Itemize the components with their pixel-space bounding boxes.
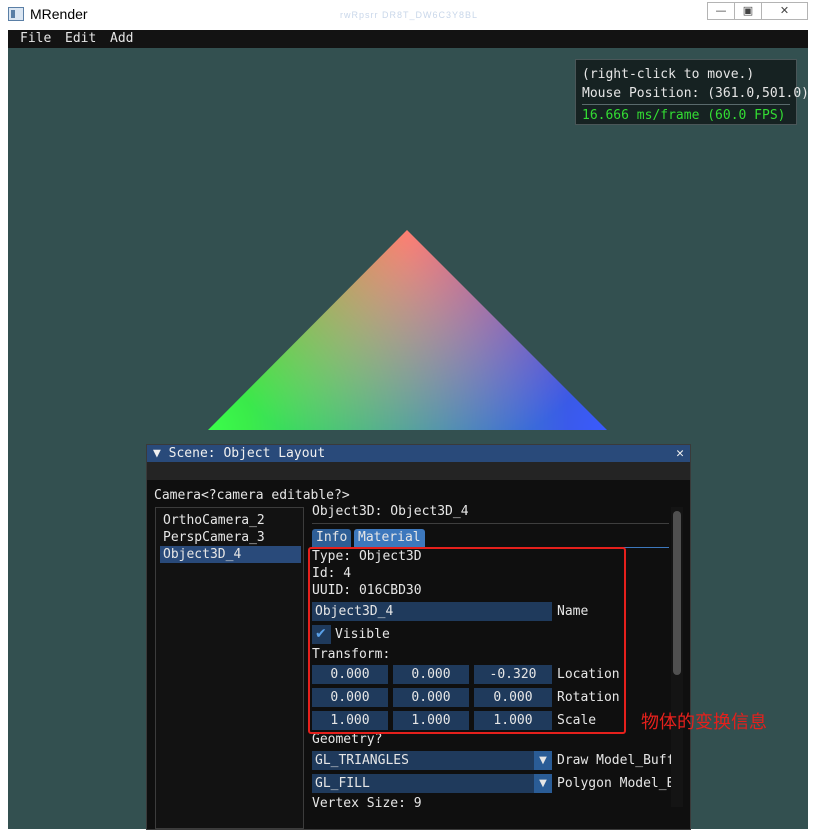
- close-button[interactable]: ✕: [761, 2, 808, 20]
- tab-material[interactable]: Material: [354, 529, 425, 547]
- tree-item-orthocamera[interactable]: OrthoCamera_2: [160, 512, 301, 529]
- chevron-down-icon[interactable]: ▼: [534, 751, 552, 770]
- maximize-button[interactable]: ▣: [734, 2, 762, 20]
- taskbar-blur: ▁ ▂▁ ▁▁ ▂ ▁: [40, 832, 158, 838]
- scene-titlebar[interactable]: ▼ Scene: Object Layout ✕: [147, 445, 690, 462]
- menu-file[interactable]: File: [20, 31, 51, 47]
- menu-add[interactable]: Add: [110, 31, 133, 47]
- polygon-mode-label: Polygon Model_Bu: [557, 776, 672, 791]
- tree-item-perspcamera[interactable]: PerspCamera_3: [160, 529, 301, 546]
- chevron-down-icon[interactable]: ▼: [534, 774, 552, 793]
- overlay-hint: (right-click to move.): [582, 67, 755, 82]
- window-border-left: [0, 30, 8, 838]
- draw-mode-label: Draw Model_Buffe: [557, 753, 672, 768]
- polygon-mode-select[interactable]: GL_FILL: [312, 774, 534, 793]
- scene-menubar: [147, 462, 690, 480]
- object-header: Object3D: Object3D_4: [312, 504, 469, 519]
- metrics-overlay[interactable]: (right-click to move.) Mouse Position: (…: [575, 59, 809, 125]
- tree-item-object3d[interactable]: Object3D_4: [160, 546, 301, 563]
- mouse-position-text: Mouse Position: (361.0,501.0): [582, 86, 809, 101]
- main-menubar: File Edit Add: [8, 30, 808, 48]
- scene-title: ▼ Scene: Object Layout: [153, 446, 326, 461]
- window-titlebar[interactable]: MRender rwRpsrr DR8T_DW6C3Y8BL — ▣ ✕: [0, 0, 816, 30]
- draw-mode-select[interactable]: GL_TRIANGLES: [312, 751, 534, 770]
- window-border-right: [808, 30, 816, 838]
- vertex-size-text: Vertex Size: 9: [312, 796, 422, 811]
- header-separator: [312, 523, 669, 524]
- overlay-separator: [582, 104, 790, 105]
- fps-text: 16.666 ms/frame (60.0 FPS): [582, 108, 786, 123]
- object-tree[interactable]: OrthoCamera_2 PerspCamera_3 Object3D_4: [155, 507, 304, 829]
- tab-info[interactable]: Info: [312, 529, 352, 547]
- menu-edit[interactable]: Edit: [65, 31, 96, 47]
- scrollbar-thumb[interactable]: [673, 511, 681, 675]
- minimize-button[interactable]: —: [707, 2, 735, 20]
- window-title-extra: rwRpsrr DR8T_DW6C3Y8BL: [340, 10, 479, 20]
- rendered-triangle: [208, 230, 607, 430]
- annotation-text: 物体的变换信息: [641, 712, 767, 733]
- window-title: MRender: [30, 6, 88, 22]
- app-icon: [8, 7, 24, 21]
- scene-close-icon[interactable]: ✕: [676, 445, 684, 462]
- highlight-box: [308, 547, 626, 734]
- camera-label: Camera<?camera editable?>: [154, 488, 350, 503]
